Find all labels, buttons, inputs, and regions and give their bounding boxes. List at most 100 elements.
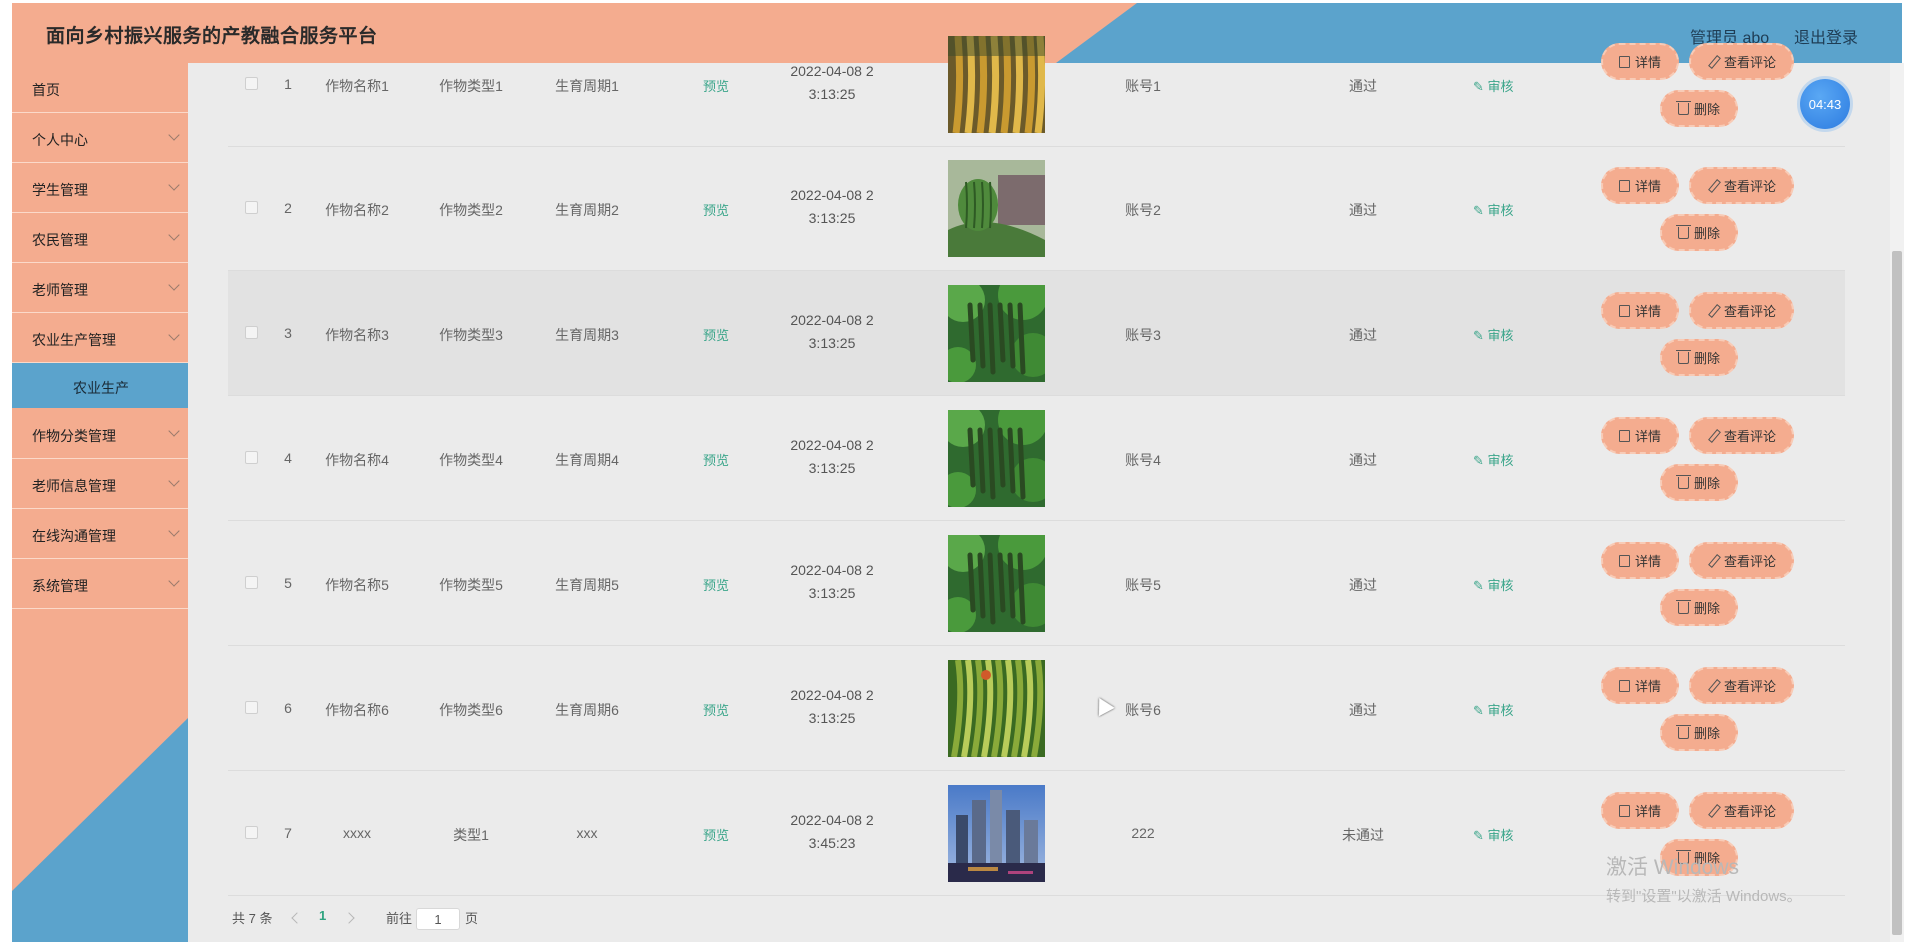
audit-status: 通过 xyxy=(1349,577,1377,593)
audit-button[interactable]: ✎ 审核 xyxy=(1473,200,1514,219)
delete-button[interactable]: 删除 xyxy=(1660,714,1738,751)
detail-button[interactable]: 详情 xyxy=(1601,167,1679,204)
view-comments-button[interactable]: 查看评论 xyxy=(1689,43,1794,80)
sidebar-item-home[interactable]: 首页 xyxy=(12,63,188,113)
row-checkbox[interactable] xyxy=(245,576,258,589)
sidebar-item-personal-center[interactable]: 个人中心 xyxy=(12,113,188,163)
growth-cycle: 生育周期1 xyxy=(555,78,619,94)
trash-icon xyxy=(1675,599,1691,614)
sidebar-item-label: 在线沟通管理 xyxy=(32,528,116,544)
crop-name: 作物名称6 xyxy=(325,702,389,718)
sidebar-item-agri-production-mgmt[interactable]: 农业生产管理 xyxy=(12,313,188,363)
row-checkbox[interactable] xyxy=(245,701,258,714)
created-date: 2022-04-08 2 3:45:23 xyxy=(768,809,896,855)
crop-image[interactable] xyxy=(948,785,1045,882)
sidebar-item-crop-category-mgmt[interactable]: 作物分类管理 xyxy=(12,409,188,459)
delete-button[interactable]: 删除 xyxy=(1660,339,1738,376)
audit-button[interactable]: ✎ 审核 xyxy=(1473,325,1514,344)
date-line-1: 2022-04-08 2 xyxy=(790,187,874,203)
delete-button[interactable]: 删除 xyxy=(1660,589,1738,626)
chevron-down-icon xyxy=(168,475,180,487)
view-comments-button[interactable]: 查看评论 xyxy=(1689,292,1794,329)
sidebar-item-system-mgmt[interactable]: 系统管理 xyxy=(12,559,188,609)
chevron-down-icon xyxy=(168,575,180,587)
document-icon xyxy=(1618,304,1630,317)
preview-link[interactable]: 预览 xyxy=(696,450,736,469)
goto-page-input[interactable] xyxy=(416,908,460,930)
crop-image[interactable] xyxy=(948,660,1045,757)
timer-badge[interactable]: 04:43 xyxy=(1800,79,1850,129)
preview-link[interactable]: 预览 xyxy=(696,825,736,844)
sidebar-item-label: 学生管理 xyxy=(32,182,88,198)
view-comments-button[interactable]: 查看评论 xyxy=(1689,542,1794,579)
row-checkbox[interactable] xyxy=(245,826,258,839)
growth-cycle: 生育周期4 xyxy=(555,452,619,468)
view-comments-button[interactable]: 查看评论 xyxy=(1689,167,1794,204)
delete-button[interactable]: 删除 xyxy=(1660,214,1738,251)
audit-button[interactable]: ✎ 审核 xyxy=(1473,700,1514,719)
account-name: 账号1 xyxy=(1125,78,1161,94)
audit-button[interactable]: ✎ 审核 xyxy=(1473,76,1514,95)
preview-link[interactable]: 预览 xyxy=(696,76,736,95)
audit-status: 通过 xyxy=(1349,202,1377,218)
preview-link[interactable]: 预览 xyxy=(696,575,736,594)
edit-icon: ✎ xyxy=(1473,328,1488,343)
sidebar-item-teacher-info-mgmt[interactable]: 老师信息管理 xyxy=(12,459,188,509)
preview-link[interactable]: 预览 xyxy=(696,200,736,219)
detail-button[interactable]: 详情 xyxy=(1601,542,1679,579)
detail-button[interactable]: 详情 xyxy=(1601,43,1679,80)
sidebar-item-teacher-mgmt[interactable]: 老师管理 xyxy=(12,263,188,313)
delete-label: 删除 xyxy=(1693,226,1720,241)
pencil-icon xyxy=(1707,555,1719,567)
audit-button[interactable]: ✎ 审核 xyxy=(1473,825,1514,844)
sidebar-item-online-chat-mgmt[interactable]: 在线沟通管理 xyxy=(12,509,188,559)
pagination-current-page[interactable]: 1 xyxy=(319,908,326,923)
preview-link[interactable]: 预览 xyxy=(696,700,736,719)
row-index: 7 xyxy=(284,825,292,841)
page-scrollbar[interactable] xyxy=(1890,63,1904,942)
edit-icon: ✎ xyxy=(1473,453,1488,468)
delete-button[interactable]: 删除 xyxy=(1660,90,1738,127)
sidebar-item-label: 首页 xyxy=(32,82,60,98)
date-line-1: 2022-04-08 2 xyxy=(790,437,874,453)
view-comments-button[interactable]: 查看评论 xyxy=(1689,417,1794,454)
crop-image[interactable] xyxy=(948,36,1045,133)
created-date: 2022-04-08 2 3:13:25 xyxy=(768,309,896,355)
audit-button[interactable]: ✎ 审核 xyxy=(1473,450,1514,469)
scrollbar-thumb[interactable] xyxy=(1892,251,1902,935)
delete-button[interactable]: 删除 xyxy=(1660,464,1738,501)
audit-status: 通过 xyxy=(1349,702,1377,718)
row-checkbox[interactable] xyxy=(245,201,258,214)
detail-label: 详情 xyxy=(1634,554,1661,569)
audit-button[interactable]: ✎ 审核 xyxy=(1473,575,1514,594)
crop-image[interactable] xyxy=(948,535,1045,632)
detail-button[interactable]: 详情 xyxy=(1601,292,1679,329)
audit-label: 审核 xyxy=(1487,578,1514,593)
view-comments-button[interactable]: 查看评论 xyxy=(1689,792,1794,829)
row-checkbox[interactable] xyxy=(245,451,258,464)
sidebar-item-student-mgmt[interactable]: 学生管理 xyxy=(12,163,188,213)
detail-button[interactable]: 详情 xyxy=(1601,792,1679,829)
row-checkbox[interactable] xyxy=(245,326,258,339)
detail-button[interactable]: 详情 xyxy=(1601,667,1679,704)
goto-suffix: 页 xyxy=(465,911,479,926)
crop-image[interactable] xyxy=(948,160,1045,257)
chevron-down-icon xyxy=(168,329,180,341)
crop-image[interactable] xyxy=(948,410,1045,507)
date-line-1: 2022-04-08 2 xyxy=(790,312,874,328)
detail-button[interactable]: 详情 xyxy=(1601,417,1679,454)
sidebar-item-agri-production[interactable]: 农业生产 xyxy=(12,363,188,408)
row-checkbox[interactable] xyxy=(245,77,258,90)
view-comments-label: 查看评论 xyxy=(1723,429,1776,444)
view-comments-label: 查看评论 xyxy=(1723,304,1776,319)
crop-name: 作物名称5 xyxy=(325,577,389,593)
view-comments-button[interactable]: 查看评论 xyxy=(1689,667,1794,704)
account-name: 账号3 xyxy=(1125,327,1161,343)
edit-icon: ✎ xyxy=(1473,79,1488,94)
preview-link[interactable]: 预览 xyxy=(696,325,736,344)
sidebar-item-farmer-mgmt[interactable]: 农民管理 xyxy=(12,213,188,263)
table-row: 3 作物名称3 作物类型3 生育周期3 预览 2022-04-08 2 3:13:25 账号3… xyxy=(228,271,1845,396)
chevron-down-icon xyxy=(168,525,180,537)
crop-name: 作物名称3 xyxy=(325,327,389,343)
crop-image[interactable] xyxy=(948,285,1045,382)
